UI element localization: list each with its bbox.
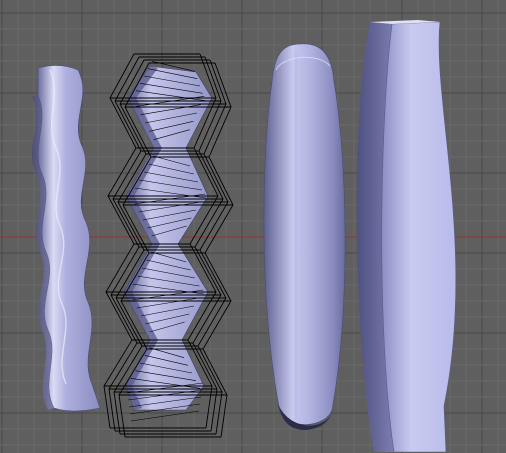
3d-viewport[interactable]	[0, 0, 506, 453]
wavy-strip-object[interactable]	[32, 65, 101, 412]
slab-object[interactable]	[356, 20, 457, 453]
viewport-canvas[interactable]	[0, 0, 506, 453]
zigzag-strip-object[interactable]	[103, 53, 234, 438]
barrel-object[interactable]	[263, 43, 346, 430]
